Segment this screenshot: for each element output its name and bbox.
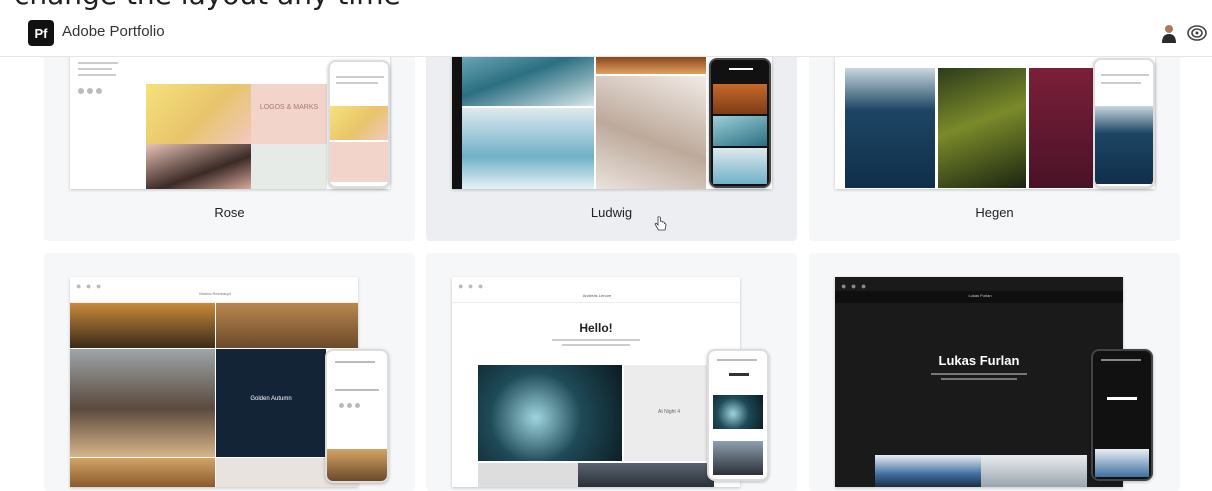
at-night-text: At Night 4 [658, 409, 680, 415]
logos-marks-text: LOGOS & MARKS [259, 104, 319, 111]
lukas-preview-brand: Lukas Furlan [968, 293, 992, 298]
andreas-phone-preview [707, 349, 769, 481]
portfolio-logo[interactable]: Pf [28, 20, 54, 46]
app-header: Pf Adobe Portfolio [0, 8, 1212, 57]
creative-cloud-icon[interactable] [1186, 23, 1208, 43]
hello-heading: Hello! [579, 321, 613, 335]
golden-autumn-text: Golden Autumn [250, 396, 292, 402]
theme-card-andreas[interactable]: ● ● ● Andreas Lenore Hello! At Night 4 [426, 253, 797, 491]
lukas-phone-preview [1091, 349, 1153, 481]
rose-phone-preview [328, 60, 390, 188]
andreas-preview-brand: Andreas Lenore [582, 293, 612, 298]
theme-name: Hegen [975, 205, 1014, 220]
marina-phone-preview [325, 349, 389, 483]
marina-preview-brand: Marina Reinhaupt [199, 291, 231, 296]
theme-name: Rose [214, 205, 245, 220]
lukas-hero-title: Lukas Furlan [938, 353, 1020, 368]
hand-cursor-icon [654, 216, 667, 231]
ludwig-phone-preview [709, 58, 771, 188]
overlay-caption: change the layout any time [14, 0, 401, 11]
theme-preview-marina: ● ● ● Golden Autumn Marina Reinhaupt [70, 277, 358, 487]
user-avatar-icon[interactable] [1160, 23, 1178, 43]
hegen-phone-preview [1093, 58, 1155, 188]
theme-grid: LOGOS & MARKS Rose Ludwig Hegen ● ● ● Go… [0, 0, 1212, 491]
theme-name: Ludwig [590, 205, 633, 220]
brand-name: Adobe Portfolio [62, 23, 165, 40]
theme-card-lukas[interactable]: ● ● ● Lukas Furlan Lukas Furlan [809, 253, 1180, 491]
theme-card-marina[interactable]: ● ● ● Golden Autumn Marina Reinhaupt [44, 253, 415, 491]
theme-preview-andreas: ● ● ● Andreas Lenore Hello! At Night 4 [452, 277, 740, 487]
theme-preview-lukas: ● ● ● Lukas Furlan Lukas Furlan [835, 277, 1123, 487]
